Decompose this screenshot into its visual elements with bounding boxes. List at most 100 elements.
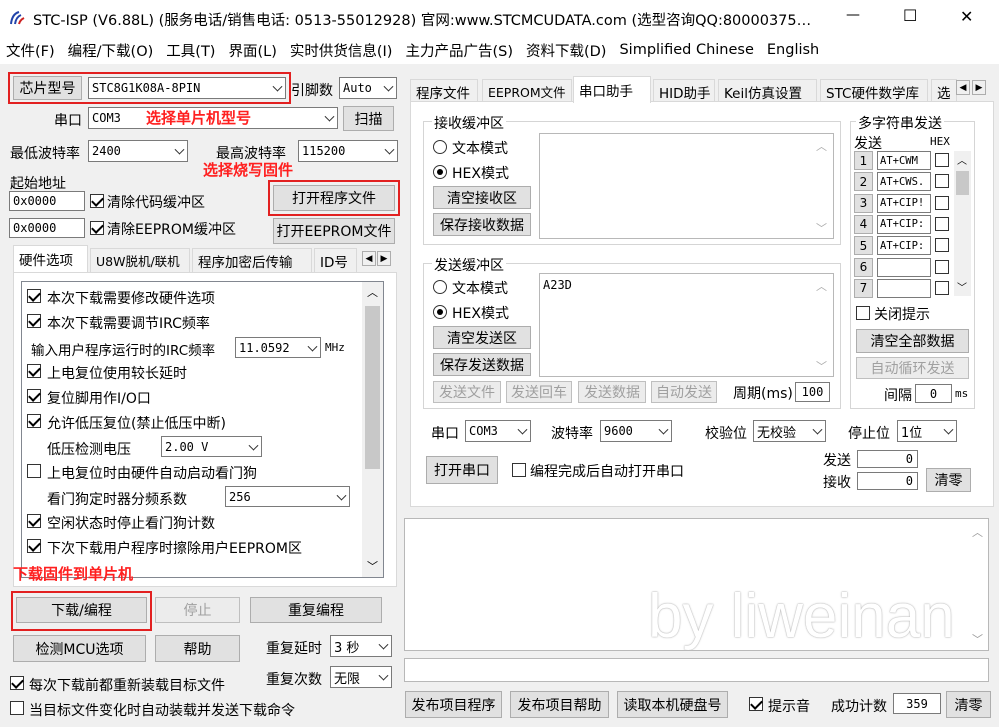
option-checkbox-3[interactable] (27, 364, 41, 378)
repeat-count-select[interactable]: 无限 (330, 666, 392, 688)
multi-string-input-4[interactable]: AT+CIP: (877, 214, 931, 234)
clear-eeprom-checkbox[interactable] (90, 221, 104, 235)
auto-loop-button[interactable]: 自动循环发送 (856, 357, 969, 379)
detect-mcu-button[interactable]: 检测MCU选项 (13, 635, 146, 662)
scroll-down-icon[interactable]: ﹀ (367, 558, 378, 574)
pin-count-select[interactable]: Auto (339, 77, 397, 99)
lvd-select[interactable]: 2.00 V (161, 436, 262, 457)
clear-all-button[interactable]: 清空全部数据 (856, 329, 969, 353)
multi-send-button-3[interactable]: 3 (854, 193, 873, 213)
multi-hex-checkbox-1[interactable] (935, 153, 949, 167)
tab-more[interactable]: 选 (931, 79, 957, 103)
multi-string-scrollbar[interactable]: ︿ ﹀ (954, 151, 971, 296)
menu-interface[interactable]: 界面(L) (228, 40, 276, 61)
tab-hardware-options[interactable]: 硬件选项 (13, 245, 88, 272)
option-checkbox-6[interactable] (27, 464, 41, 478)
multi-hex-checkbox-7[interactable] (935, 280, 949, 295)
multi-string-input-3[interactable]: AT+CIP! (877, 193, 931, 213)
tab-hid-assistant[interactable]: HID助手 (653, 79, 715, 103)
publish-help-button[interactable]: 发布项目帮助 (510, 691, 609, 718)
receive-textarea[interactable]: ︿ ﹀ (539, 133, 834, 239)
menu-file[interactable]: 文件(F) (6, 40, 55, 61)
multi-send-button-6[interactable]: 6 (854, 257, 873, 277)
tab-encrypt[interactable]: 程序加密后传输 (192, 248, 312, 272)
option-checkbox-1[interactable] (27, 289, 41, 303)
baud-rate-select[interactable]: 9600 (600, 420, 672, 442)
help-button[interactable]: 帮助 (155, 635, 240, 662)
multi-send-button-1[interactable]: 1 (854, 151, 873, 170)
interval-input[interactable]: 0 (915, 384, 952, 403)
scroll-up-icon[interactable]: ︿ (367, 284, 378, 300)
open-eeprom-file-button[interactable]: 打开EEPROM文件 (273, 218, 395, 244)
right-tab-scroll-right-button[interactable]: ▶ (972, 80, 986, 95)
options-scrollbar[interactable]: ︿ ﹀ (362, 282, 383, 577)
clear-code-checkbox[interactable] (90, 194, 104, 208)
menu-products[interactable]: 主力产品广告(S) (405, 40, 513, 61)
close-button[interactable]: ✕ (960, 7, 973, 26)
wdt-select[interactable]: 256 (225, 486, 350, 507)
right-tab-scroll-left-button[interactable]: ◀ (956, 80, 970, 95)
multi-hex-checkbox-3[interactable] (935, 195, 949, 210)
scrollbar-thumb[interactable] (956, 171, 969, 195)
reprogram-button[interactable]: 重复编程 (250, 597, 382, 623)
reload-checkbox[interactable] (10, 676, 24, 690)
tab-scroll-right-button[interactable]: ▶ (377, 251, 391, 266)
multi-string-input-7[interactable] (877, 278, 931, 298)
multi-string-input-5[interactable]: AT+CIP: (877, 236, 931, 256)
tab-u8w[interactable]: U8W脱机/联机 (90, 248, 190, 272)
repeat-delay-select[interactable]: 3 秒 (330, 635, 392, 657)
multi-string-input-6[interactable] (877, 257, 931, 277)
option-checkbox-8[interactable] (27, 539, 41, 553)
scan-button[interactable]: 扫描 (343, 106, 394, 131)
beep-checkbox[interactable] (749, 697, 763, 711)
tab-program-file[interactable]: 程序文件 (410, 79, 478, 103)
scrollbar-thumb[interactable] (365, 306, 380, 469)
scroll-up-icon[interactable]: ︿ (957, 152, 967, 167)
code-address-input[interactable]: 0x0000 (9, 191, 85, 211)
menu-program[interactable]: 编程/下载(O) (68, 40, 154, 61)
auto-load-checkbox[interactable] (10, 701, 24, 715)
send-enter-button[interactable]: 发送回车 (506, 381, 572, 403)
save-send-button[interactable]: 保存发送数据 (433, 353, 531, 376)
save-receive-button[interactable]: 保存接收数据 (433, 213, 531, 236)
auto-open-checkbox[interactable] (512, 463, 526, 477)
multi-send-button-5[interactable]: 5 (854, 236, 873, 256)
min-baud-select[interactable]: 2400 (88, 140, 188, 162)
tab-math-library[interactable]: STC硬件数学库 (820, 79, 928, 103)
send-text-mode-radio[interactable] (433, 280, 447, 294)
maximize-button[interactable]: ☐ (903, 6, 917, 25)
menu-downloads[interactable]: 资料下载(D) (526, 40, 606, 61)
option-checkbox-4[interactable] (27, 389, 41, 403)
minimize-button[interactable]: — (846, 7, 860, 23)
eeprom-address-input[interactable]: 0x0000 (9, 218, 85, 238)
parity-select[interactable]: 无校验 (753, 420, 826, 442)
multi-hex-checkbox-2[interactable] (935, 174, 949, 189)
recv-hex-mode-radio[interactable] (433, 165, 447, 179)
option-checkbox-5[interactable] (27, 414, 41, 428)
menu-english[interactable]: English (767, 42, 819, 58)
auto-send-button[interactable]: 自动发送 (651, 381, 717, 403)
multi-send-button-2[interactable]: 2 (854, 172, 873, 192)
tab-id[interactable]: ID号 (314, 248, 357, 272)
multi-send-button-4[interactable]: 4 (854, 214, 873, 234)
multi-string-input-1[interactable]: AT+CWM (877, 151, 931, 170)
clear-send-button[interactable]: 清空发送区 (433, 326, 531, 349)
max-baud-select[interactable]: 115200 (298, 140, 398, 162)
clear-count-button[interactable]: 清零 (926, 468, 971, 492)
output-log[interactable]: by liweinan ︿ ﹀ (404, 518, 989, 651)
clear-success-button[interactable]: 清零 (946, 691, 991, 718)
tab-keil-settings[interactable]: Keil仿真设置 (718, 79, 817, 103)
send-textarea[interactable]: A23D ︿ ﹀ (539, 273, 834, 377)
open-port-button[interactable]: 打开串口 (426, 456, 498, 484)
period-input[interactable]: 100 (795, 382, 830, 402)
multi-hex-checkbox-5[interactable] (935, 238, 949, 253)
clear-receive-button[interactable]: 清空接收区 (433, 186, 531, 209)
irc-frequency-select[interactable]: 11.0592 (235, 337, 321, 358)
send-data-button[interactable]: 发送数据 (578, 381, 646, 403)
scroll-down-icon[interactable]: ﹀ (957, 279, 967, 294)
multi-string-input-2[interactable]: AT+CWS. (877, 172, 931, 192)
multi-hex-checkbox-4[interactable] (935, 216, 949, 231)
menu-supply[interactable]: 实时供货信息(I) (290, 40, 393, 61)
multi-hex-checkbox-6[interactable] (935, 259, 949, 274)
menu-tools[interactable]: 工具(T) (166, 40, 215, 61)
